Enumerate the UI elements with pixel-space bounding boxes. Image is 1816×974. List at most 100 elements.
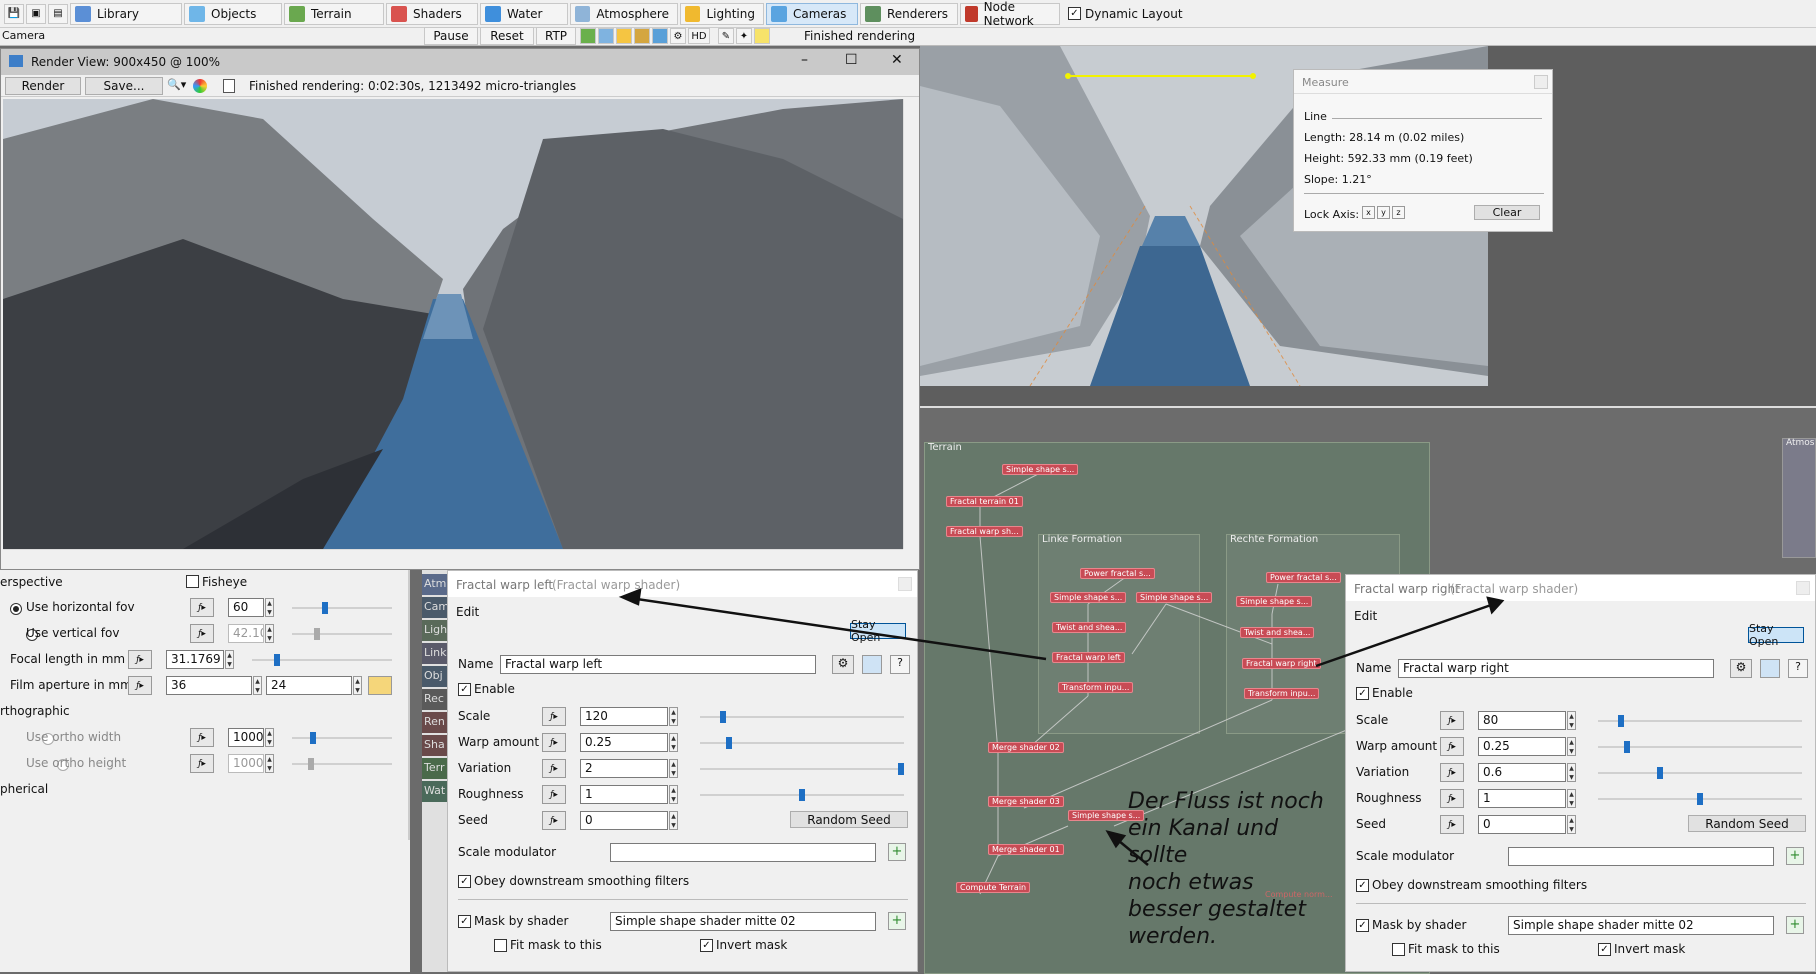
aperture-width-input[interactable]: 36 <box>166 676 252 695</box>
fit-mask-checkbox[interactable] <box>494 939 507 952</box>
node[interactable]: Fractal terrain 01 <box>946 496 1023 507</box>
vfov-input[interactable]: 42.103 <box>228 624 264 643</box>
node[interactable]: Simple shape s... <box>1002 464 1079 475</box>
warp-spinner[interactable]: ▲ ▼ <box>1567 737 1576 756</box>
obey-smoothing-checkbox[interactable]: ✓ <box>458 875 471 888</box>
side-tab[interactable]: Wat <box>422 781 448 802</box>
aperture-height-spinner[interactable]: ▲ ▼ <box>353 676 362 695</box>
aperture-width-spinner[interactable]: ▲ ▼ <box>253 676 262 695</box>
color-icon[interactable] <box>193 79 207 93</box>
side-tab[interactable]: Ren <box>422 712 448 733</box>
function-icon[interactable]: ƒ▸ <box>542 733 566 752</box>
export-icon[interactable]: ▤ <box>48 3 68 24</box>
side-tab[interactable]: Atm <box>422 574 448 595</box>
render-button[interactable]: Render <box>5 77 81 95</box>
help-icon[interactable]: ? <box>890 655 910 674</box>
variation-input[interactable]: 0.6 <box>1478 763 1566 782</box>
focal-length-slider[interactable] <box>252 654 392 666</box>
hfov-input[interactable]: 60 <box>228 598 264 617</box>
function-icon[interactable]: ƒ▸ <box>1440 789 1464 808</box>
mask-by-shader-checkbox[interactable]: ✓ <box>1356 919 1369 932</box>
add-icon[interactable]: + <box>1786 847 1804 865</box>
variation-slider[interactable] <box>700 763 904 775</box>
function-icon[interactable]: ƒ▸ <box>542 811 566 830</box>
warp-spinner[interactable]: ▲ ▼ <box>669 733 678 752</box>
node[interactable]: Merge shader 03 <box>988 796 1064 807</box>
hfov-spinner[interactable]: ▲ ▼ <box>265 598 274 617</box>
function-icon[interactable]: ƒ▸ <box>128 650 152 669</box>
node[interactable]: Power fractal s... <box>1080 568 1155 579</box>
warp-amount-input[interactable]: 0.25 <box>1478 737 1566 756</box>
rtp-button[interactable]: RTP <box>536 27 576 45</box>
ortho-height-spinner[interactable]: ▲ ▼ <box>265 754 274 773</box>
note-icon[interactable] <box>754 28 770 44</box>
seed-input[interactable]: 0 <box>580 811 668 830</box>
tab-cameras[interactable]: Cameras <box>766 2 858 25</box>
gear-icon[interactable]: ⚙ <box>1730 659 1752 678</box>
side-tab[interactable]: Rec <box>422 689 448 710</box>
function-icon[interactable]: ƒ▸ <box>128 676 152 695</box>
mask-shader-input[interactable]: Simple shape shader mitte 02 <box>1508 916 1774 935</box>
tab-node-network[interactable]: Node Network <box>960 0 1060 28</box>
node[interactable]: Fractal warp sh... <box>946 526 1023 537</box>
gear-icon[interactable]: ⚙ <box>832 655 854 674</box>
node[interactable]: Simple shape s... <box>1136 592 1213 603</box>
seed-input[interactable]: 0 <box>1478 815 1566 834</box>
function-icon[interactable]: ƒ▸ <box>542 785 566 804</box>
node[interactable]: Twist and shea... <box>1052 622 1127 633</box>
fisheye-checkbox[interactable] <box>186 575 199 588</box>
function-icon[interactable]: ƒ▸ <box>542 759 566 778</box>
lock-z-button[interactable]: z <box>1392 206 1405 219</box>
close-icon[interactable] <box>898 577 912 591</box>
vfov-spinner[interactable]: ▲ ▼ <box>265 624 274 643</box>
node[interactable]: Merge shader 02 <box>988 742 1064 753</box>
node[interactable]: Transform inpu... <box>1244 688 1320 699</box>
side-tab[interactable]: Terr <box>422 758 448 779</box>
scale-modulator-input[interactable] <box>610 843 876 862</box>
random-seed-button[interactable]: Random Seed <box>790 811 908 828</box>
name-input[interactable]: Fractal warp right <box>1398 659 1714 678</box>
roughness-spinner[interactable]: ▲ ▼ <box>669 785 678 804</box>
scale-input[interactable]: 80 <box>1478 711 1566 730</box>
lock-y-button[interactable]: y <box>1377 206 1390 219</box>
hfov-slider[interactable] <box>292 602 392 614</box>
preset-icon[interactable] <box>368 676 392 695</box>
cloud-icon[interactable] <box>598 28 614 44</box>
tab-library[interactable]: Library <box>70 2 182 25</box>
node[interactable]: Compute Terrain <box>956 882 1031 893</box>
add-icon[interactable]: + <box>888 912 906 930</box>
gear-icon[interactable]: ⚙ <box>670 28 686 44</box>
minimize-icon[interactable]: – <box>801 52 808 68</box>
node[interactable]: Simple shape s... <box>1050 592 1127 603</box>
save-icon[interactable]: 💾 <box>4 3 24 24</box>
mask-shader-input[interactable]: Simple shape shader mitte 02 <box>610 912 876 931</box>
use-hfov-radio[interactable] <box>10 602 22 615</box>
horizontal-scrollbar[interactable] <box>3 549 903 563</box>
scale-spinner[interactable]: ▲ ▼ <box>669 707 678 726</box>
scale-spinner[interactable]: ▲ ▼ <box>1567 711 1576 730</box>
warp-amount-input[interactable]: 0.25 <box>580 733 668 752</box>
tab-water[interactable]: Water <box>480 2 568 25</box>
lock-x-button[interactable]: x <box>1362 206 1375 219</box>
roughness-input[interactable]: 1 <box>1478 789 1566 808</box>
ortho-height-input[interactable]: 1000 <box>228 754 264 773</box>
focal-length-spinner[interactable]: ▲ ▼ <box>225 650 234 669</box>
function-icon[interactable]: ƒ▸ <box>190 598 214 617</box>
side-tab[interactable]: Link <box>422 643 448 664</box>
function-icon[interactable]: ƒ▸ <box>190 624 214 643</box>
ortho-width-slider[interactable] <box>292 732 392 744</box>
lamp-icon[interactable] <box>634 28 650 44</box>
function-icon[interactable]: ƒ▸ <box>1440 711 1464 730</box>
scale-modulator-input[interactable] <box>1508 847 1774 866</box>
tab-objects[interactable]: Objects <box>184 2 282 25</box>
function-icon[interactable]: ƒ▸ <box>190 728 214 747</box>
stay-open-button[interactable]: Stay Open <box>850 618 906 644</box>
save-button[interactable]: Save... <box>85 77 163 95</box>
variation-spinner[interactable]: ▲ ▼ <box>1567 763 1576 782</box>
zoom-icon[interactable]: 🔍▾ <box>167 78 186 91</box>
sun-icon[interactable] <box>616 28 632 44</box>
roughness-slider[interactable] <box>1598 793 1802 805</box>
focal-length-input[interactable]: 31.1769 <box>166 650 224 669</box>
aperture-height-input[interactable]: 24 <box>266 676 352 695</box>
name-input[interactable]: Fractal warp left <box>500 655 816 674</box>
